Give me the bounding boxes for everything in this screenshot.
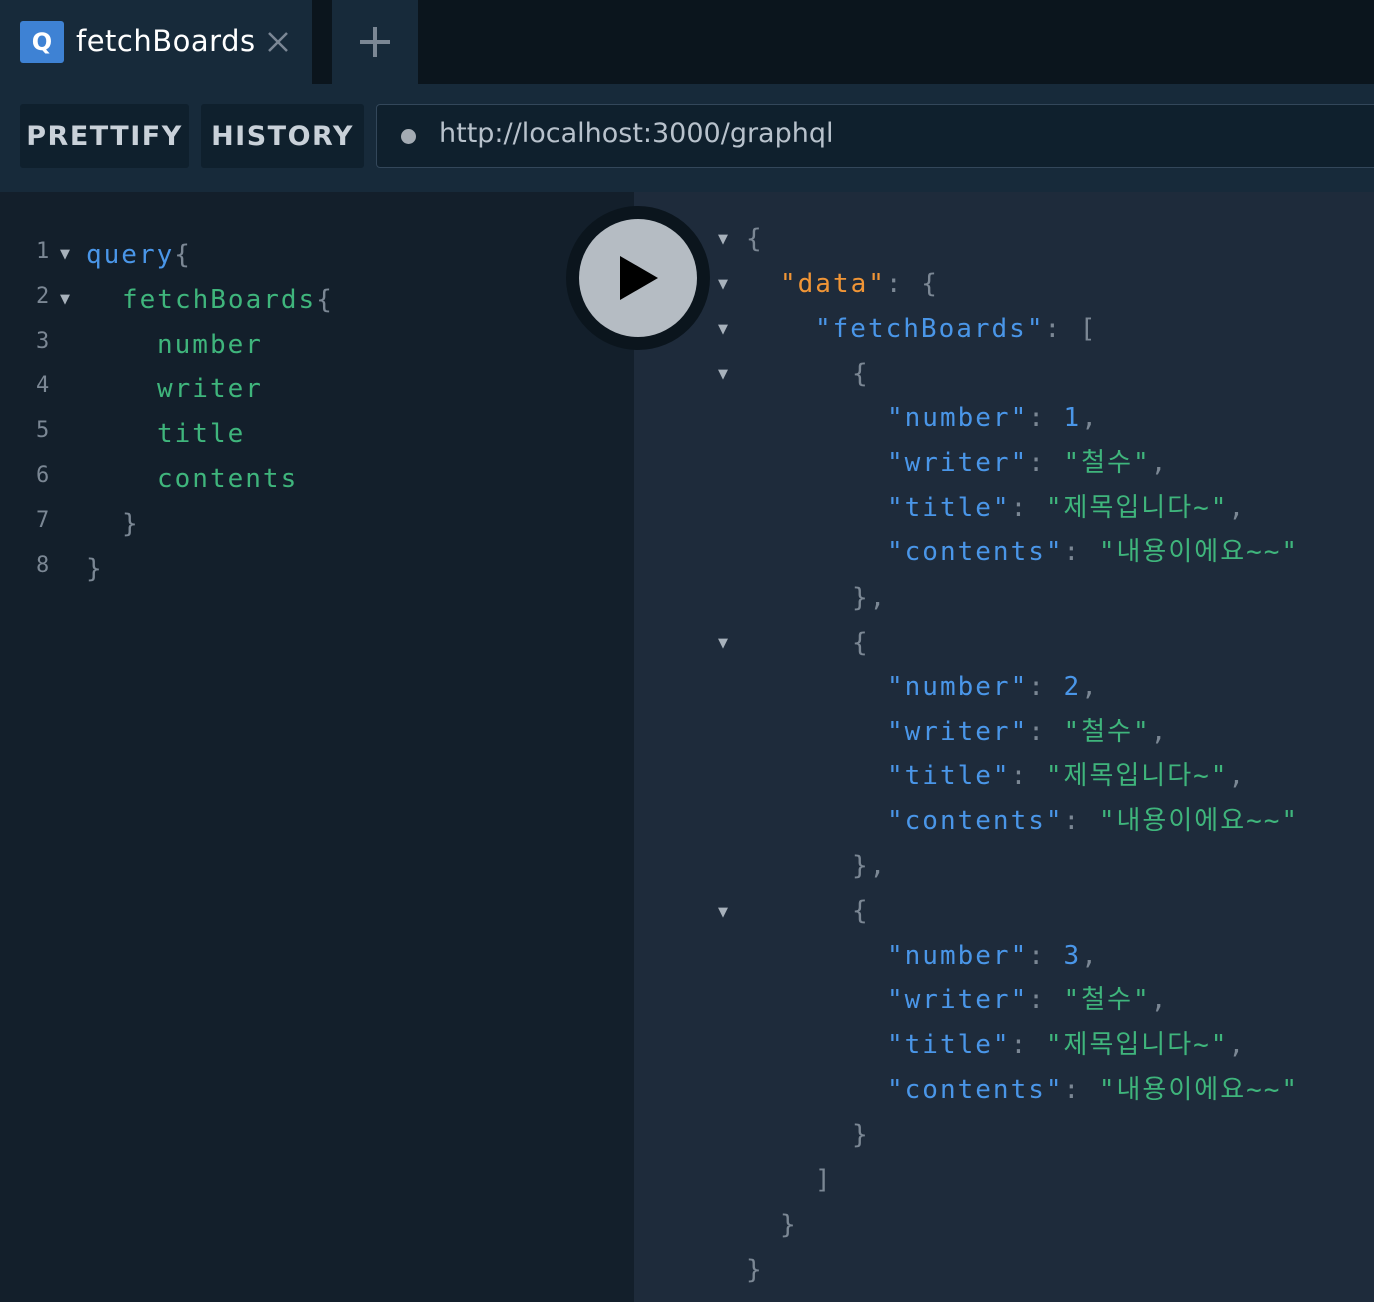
json-key: "writer" xyxy=(887,985,1029,1015)
query-keyword: query xyxy=(86,240,175,270)
caret-down-icon[interactable]: ▼ xyxy=(60,235,70,275)
json-brace: }, xyxy=(852,851,888,881)
tab-bar: Q fetchBoards xyxy=(0,0,1374,84)
query-field: number xyxy=(157,330,263,360)
query-field: title xyxy=(157,419,246,449)
json-brace: { xyxy=(746,224,764,254)
history-button[interactable]: HISTORY xyxy=(201,104,364,168)
json-line: "data": { xyxy=(780,269,939,299)
caret-down-icon[interactable]: ▼ xyxy=(718,310,728,350)
json-value: 3 xyxy=(1063,941,1082,971)
query-field: writer xyxy=(157,374,263,404)
line-number: 6 xyxy=(36,463,50,488)
json-brace: { xyxy=(852,359,870,389)
json-value: "제목입니다~" xyxy=(1045,493,1229,523)
json-key: "number" xyxy=(887,941,1029,971)
json-line: "contents": "내용이에요~~" xyxy=(887,537,1300,567)
json-value: "내용이에요~~" xyxy=(1098,537,1300,567)
code-line: query{ xyxy=(86,235,192,275)
json-line: "writer": "철수", xyxy=(887,985,1169,1015)
add-tab-button[interactable] xyxy=(332,0,418,84)
caret-down-icon[interactable]: ▼ xyxy=(718,893,728,933)
close-icon[interactable] xyxy=(264,28,292,56)
caret-down-icon[interactable]: ▼ xyxy=(60,280,70,320)
json-key: "title" xyxy=(887,761,1011,791)
json-line: "writer": "철수", xyxy=(887,717,1169,747)
json-key: "contents" xyxy=(887,1075,1064,1105)
json-value: 1 xyxy=(1063,403,1082,433)
open-brace: { xyxy=(174,240,192,270)
execute-query-button-ring xyxy=(566,206,710,350)
json-key: "contents" xyxy=(887,537,1064,567)
line-number: 4 xyxy=(36,373,50,398)
json-key: "number" xyxy=(887,672,1029,702)
json-key: "fetchBoards" xyxy=(815,314,1045,344)
json-key: "writer" xyxy=(887,717,1029,747)
json-key: "data" xyxy=(780,269,886,299)
json-value: "철수" xyxy=(1063,717,1151,747)
endpoint-url-input[interactable]: http://localhost:3000/graphql xyxy=(376,104,1374,168)
plus-icon xyxy=(360,27,390,57)
json-value: 2 xyxy=(1063,672,1082,702)
execute-query-button[interactable] xyxy=(579,219,697,337)
tab-title: fetchBoards xyxy=(76,24,256,58)
json-line: "number": 3, xyxy=(887,941,1099,971)
line-number: 3 xyxy=(36,329,50,354)
caret-down-icon[interactable]: ▼ xyxy=(718,220,728,260)
json-value: "제목입니다~" xyxy=(1045,761,1229,791)
json-key: "writer" xyxy=(887,448,1029,478)
json-brace: } xyxy=(746,1255,764,1285)
json-key: "contents" xyxy=(887,806,1064,836)
json-line: "title": "제목입니다~", xyxy=(887,761,1247,791)
line-number: 5 xyxy=(36,418,50,443)
toolbar: PRETTIFY HISTORY http://localhost:3000/g… xyxy=(0,84,1374,192)
json-value: "제목입니다~" xyxy=(1045,1030,1229,1060)
query-tab-icon: Q xyxy=(20,21,64,63)
json-brace: } xyxy=(780,1210,798,1240)
code-line: fetchBoards{ xyxy=(122,280,334,320)
json-value: "철수" xyxy=(1063,448,1151,478)
json-key: "number" xyxy=(887,403,1029,433)
json-brace: }, xyxy=(852,583,888,613)
line-number: 1 xyxy=(36,239,50,264)
json-line: "fetchBoards": [ xyxy=(815,314,1098,344)
json-line: "writer": "철수", xyxy=(887,448,1169,478)
close-brace: } xyxy=(86,554,104,584)
json-line: "contents": "내용이에요~~" xyxy=(887,1075,1300,1105)
endpoint-url-text: http://localhost:3000/graphql xyxy=(439,118,834,149)
operation-name: fetchBoards xyxy=(122,285,317,315)
result-viewer: ▼ ▼ ▼ ▼ ▼ ▼ { "data": { "fetchBoards": [… xyxy=(634,192,1374,1302)
json-brace: } xyxy=(852,1120,870,1150)
line-number: 8 xyxy=(36,553,50,578)
json-key: "title" xyxy=(887,493,1011,523)
json-line: "number": 2, xyxy=(887,672,1099,702)
json-line: "contents": "내용이에요~~" xyxy=(887,806,1300,836)
open-brace: { xyxy=(316,285,334,315)
json-value: "내용이에요~~" xyxy=(1098,1075,1300,1105)
line-number: 7 xyxy=(36,508,50,533)
json-brace: { xyxy=(852,896,870,926)
json-line: "title": "제목입니다~", xyxy=(887,493,1247,523)
json-brace: { xyxy=(852,628,870,658)
prettify-button[interactable]: PRETTIFY xyxy=(20,104,189,168)
query-field: contents xyxy=(157,464,299,494)
json-bracket: ] xyxy=(815,1165,833,1195)
caret-down-icon[interactable]: ▼ xyxy=(718,355,728,395)
query-editor[interactable]: 1 2 3 4 5 6 7 8 ▼ ▼ query{ fetchBoards{ … xyxy=(0,192,634,1302)
caret-down-icon[interactable]: ▼ xyxy=(718,265,728,305)
json-key: "title" xyxy=(887,1030,1011,1060)
caret-down-icon[interactable]: ▼ xyxy=(718,624,728,664)
json-line: "number": 1, xyxy=(887,403,1099,433)
play-icon xyxy=(620,256,658,300)
json-value: "철수" xyxy=(1063,985,1151,1015)
close-brace: } xyxy=(122,509,140,539)
json-line: "title": "제목입니다~", xyxy=(887,1030,1247,1060)
line-number: 2 xyxy=(36,284,50,309)
dot-icon xyxy=(401,129,416,144)
json-value: "내용이에요~~" xyxy=(1098,806,1300,836)
tab-fetchboards[interactable]: Q fetchBoards xyxy=(0,0,312,84)
